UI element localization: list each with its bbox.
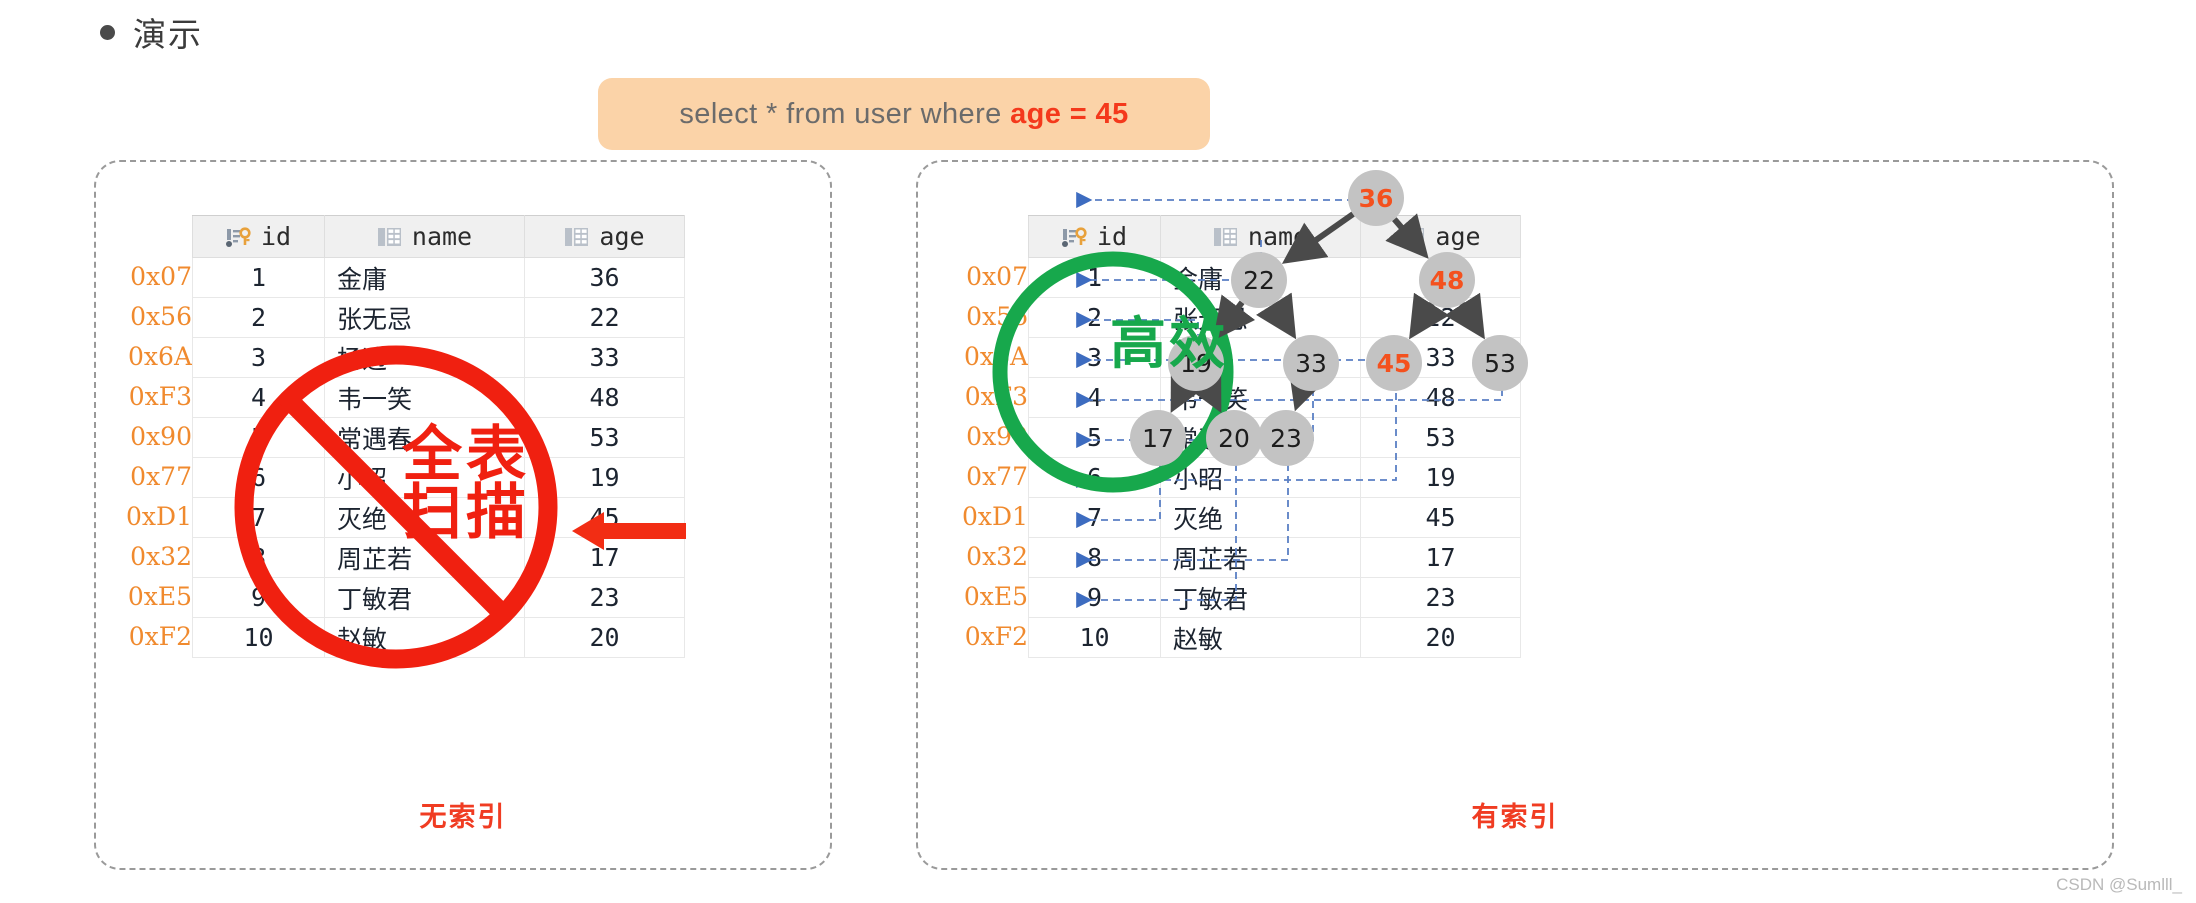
column-header-name-label: name [411, 222, 473, 251]
cell-age: 48 [524, 377, 685, 418]
tree-node-20: 20 [1206, 410, 1262, 466]
bullet-dot-icon [100, 24, 115, 40]
cell-name: 杨逍 [324, 337, 525, 378]
row-address: 0x90 [130, 422, 192, 451]
row-address: 0x56 [130, 302, 192, 331]
no-index-caption: 无索引 [419, 802, 507, 833]
row-address: 0x07 [130, 262, 192, 291]
column-header-name: name [324, 215, 525, 258]
watermark: CSDN @Sumlll_ [2056, 875, 2182, 894]
cell-id: 9 [192, 577, 325, 618]
cell-age: 36 [524, 257, 685, 298]
cell-age: 33 [524, 337, 685, 378]
cell-id: 3 [192, 337, 325, 378]
cell-id: 5 [192, 417, 325, 458]
primary-key-icon [225, 226, 252, 248]
tree-node-17: 17 [1130, 410, 1186, 466]
row-address: 0x77 [130, 462, 192, 491]
cell-name: 张无忌 [324, 297, 525, 338]
cell-name: 赵敏 [324, 617, 525, 658]
tree-node-53: 53 [1472, 335, 1528, 391]
cell-id: 6 [192, 457, 325, 498]
cell-age: 17 [524, 537, 685, 578]
column-header-id: id [192, 215, 325, 258]
cell-age: 22 [524, 297, 685, 338]
table-row: 2 张无忌 22 [192, 297, 685, 338]
tree-node-48: 48 [1419, 252, 1475, 308]
table-row: 1金庸36 [192, 257, 685, 298]
page-title: 演示 [133, 15, 203, 54]
cell-id: 4 [192, 377, 325, 418]
cell-id: 10 [192, 617, 325, 658]
column-header-age-label: age [599, 222, 645, 251]
row-address: 0xF3 [128, 382, 192, 411]
table-row: 9 丁敏君 23 [192, 577, 685, 618]
no-index-panel: 0x07 0x56 0x6A 0xF3 0x90 0x77 0xD1 0x32 0xE5 0xF2 [94, 160, 832, 870]
cell-id: 8 [192, 537, 325, 578]
page-heading: 演示 [100, 8, 203, 56]
table-row: 3杨逍33 [192, 337, 685, 378]
column-header-id-label: id [260, 222, 292, 251]
cell-name: 韦一笑 [324, 377, 525, 418]
row-address: 0x6A [128, 342, 192, 371]
tree-node-36: 36 [1348, 170, 1404, 226]
sql-query-prefix: select * from user where [679, 97, 1011, 130]
cell-id: 7 [192, 497, 325, 538]
tree-node-22: 22 [1231, 252, 1287, 308]
cell-name: 丁敏君 [324, 577, 525, 618]
cell-name: 金庸 [324, 257, 525, 298]
tree-node-23: 23 [1258, 410, 1314, 466]
row-address: 0xF2 [128, 622, 192, 651]
slide-canvas: 演示 select * from user where age = 45 0x0… [0, 0, 2196, 903]
column-header-age: age [524, 215, 685, 258]
binary-tree-nodes: 36 22 48 19 33 45 53 17 20 23 [916, 160, 2114, 870]
column-grid-icon [377, 226, 403, 248]
table-row: 4 韦一笑 48 [192, 377, 685, 418]
row-address: 0x32 [130, 542, 192, 571]
efficient-label: 高效 [1110, 312, 1228, 377]
cell-age: 23 [524, 577, 685, 618]
tree-node-45: 45 [1366, 335, 1422, 391]
table-row: 10 赵敏 20 [192, 617, 685, 658]
row-address: 0xE5 [127, 582, 192, 611]
full-scan-label: 全表 扫描 [402, 420, 530, 548]
tree-node-33: 33 [1283, 335, 1339, 391]
table-header-row: id name age [192, 215, 685, 258]
column-grid-icon [564, 226, 590, 248]
cell-age: 20 [524, 617, 685, 658]
cell-id: 1 [192, 257, 325, 298]
cell-id: 2 [192, 297, 325, 338]
sql-query-banner: select * from user where age = 45 [598, 78, 1210, 150]
row-address: 0xD1 [126, 502, 192, 531]
sql-query-highlight: age = 45 [1010, 97, 1129, 130]
address-column-left: 0x07 0x56 0x6A 0xF3 0x90 0x77 0xD1 0x32 0xE5 0xF2 [96, 257, 192, 657]
